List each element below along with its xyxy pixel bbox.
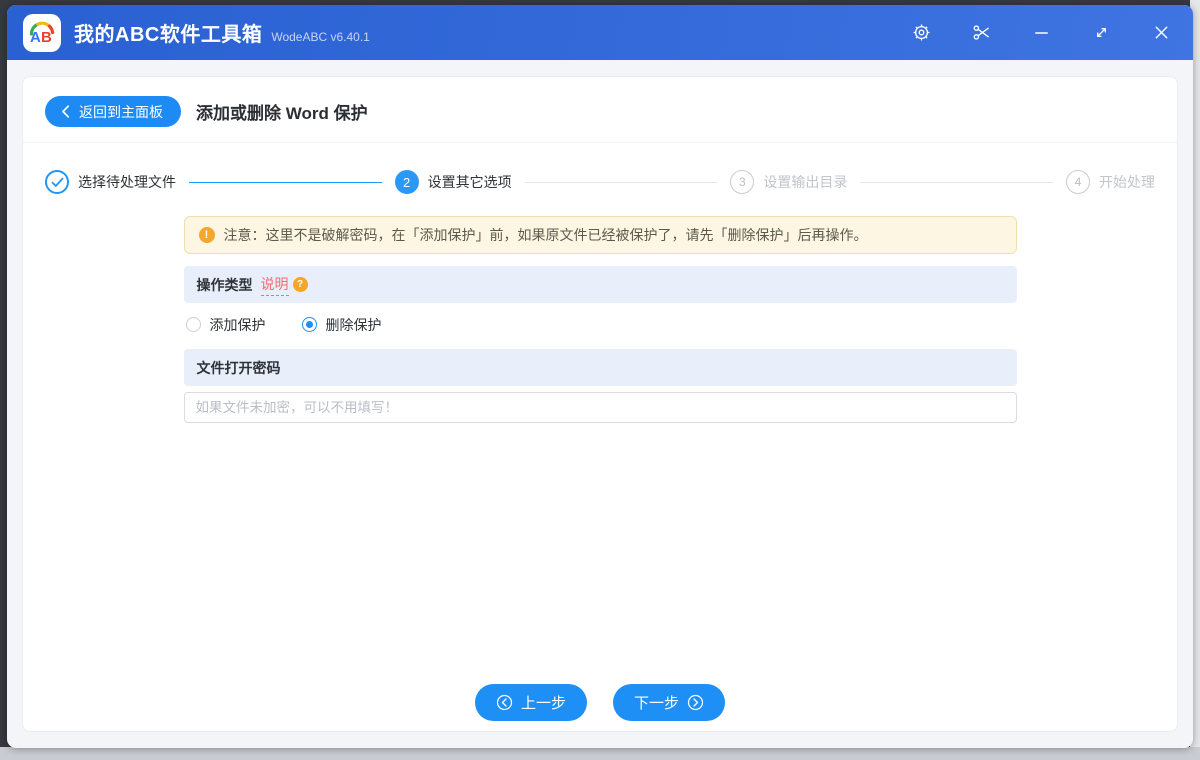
back-to-dashboard-button[interactable]: 返回到主面板 (45, 96, 181, 127)
step-label: 开始处理 (1099, 174, 1156, 190)
app-version: WodeABC v6.40.1 (271, 29, 370, 44)
radio-remove-protection[interactable]: 删除保护 (301, 315, 382, 335)
settings-gear-icon[interactable] (911, 23, 931, 43)
step-start-processing: 4 开始处理 (1066, 170, 1155, 194)
step-content: ! 注意：这里不是破解密码，在「添加保护」前，如果原文件已经被保护了，请先「删除… (183, 216, 1017, 423)
step-number-badge: 4 (1066, 170, 1091, 194)
wizard-stepper: 选择待处理文件 2 设置其它选项 3 设置输出目录 4 开始处理 (45, 170, 1155, 194)
scissors-icon[interactable] (971, 23, 991, 43)
close-button[interactable] (1151, 23, 1171, 43)
back-button-label: 返回到主面板 (79, 103, 163, 120)
titlebar: A B 我的ABC软件工具箱 WodeABC v6.40.1 (7, 5, 1193, 60)
svg-text:B: B (41, 29, 52, 46)
step-label: 设置输出目录 (763, 174, 848, 190)
warning-icon: ! (198, 227, 215, 243)
step-select-files: 选择待处理文件 (45, 170, 176, 194)
question-icon[interactable]: ? (292, 277, 308, 292)
step-number-badge: 2 (394, 170, 419, 194)
prev-step-label: 上一步 (520, 695, 566, 712)
app-logo-icon: A B (29, 21, 55, 46)
radio-circle-icon (301, 317, 317, 332)
circle-chevron-right-icon (687, 694, 704, 711)
step-label: 设置其它选项 (427, 174, 512, 190)
page-title: 添加或删除 Word 保护 (196, 104, 368, 123)
resize-button[interactable] (1091, 23, 1111, 43)
help-link[interactable]: 说明 (260, 274, 289, 296)
radio-label: 删除保护 (325, 316, 382, 333)
step-output-dir: 3 设置输出目录 (730, 170, 847, 194)
notice-text: 注意：这里不是破解密码，在「添加保护」前，如果原文件已经被保护了，请先「删除保护… (223, 227, 868, 243)
radio-label: 添加保护 (209, 316, 266, 333)
open-password-input[interactable] (183, 392, 1017, 423)
desktop-edge-bottom (0, 747, 1200, 760)
step-set-options: 2 设置其它选项 (394, 170, 512, 194)
app-window: A B 我的ABC软件工具箱 WodeABC v6.40.1 返回到主面板 添加… (7, 5, 1193, 748)
next-step-label: 下一步 (634, 695, 680, 712)
app-title: 我的ABC软件工具箱 (74, 24, 263, 46)
main-card: 返回到主面板 添加或删除 Word 保护 选择待处理文件 2 设置其它选项 3 … (22, 76, 1178, 732)
window-controls (911, 23, 1171, 43)
chevron-left-icon (62, 105, 70, 118)
prev-step-button[interactable]: 上一步 (474, 684, 587, 721)
step-label: 选择待处理文件 (78, 174, 176, 190)
step-connector (524, 181, 718, 183)
notice-banner: ! 注意：这里不是破解密码，在「添加保护」前，如果原文件已经被保护了，请先「删除… (183, 216, 1017, 254)
app-logo: A B (23, 13, 61, 52)
step-connector (860, 181, 1054, 183)
card-header: 返回到主面板 添加或删除 Word 保护 (23, 77, 1177, 143)
svg-text:A: A (30, 29, 41, 46)
step-connector (189, 181, 382, 183)
radio-circle-icon (185, 317, 201, 332)
next-step-button[interactable]: 下一步 (613, 684, 726, 721)
minimize-button[interactable] (1031, 23, 1051, 43)
operation-type-header: 操作类型 说明 ? (183, 266, 1017, 303)
circle-chevron-left-icon (496, 694, 513, 711)
operation-type-options: 添加保护 删除保护 (184, 303, 1017, 346)
radio-add-protection[interactable]: 添加保护 (185, 315, 266, 335)
step-number-badge: 3 (730, 170, 755, 194)
open-password-title: 文件打开密码 (196, 359, 281, 376)
open-password-header: 文件打开密码 (183, 349, 1017, 386)
wizard-footer: 上一步 下一步 (23, 684, 1177, 721)
operation-type-title: 操作类型 (196, 276, 253, 293)
check-icon (45, 170, 69, 194)
